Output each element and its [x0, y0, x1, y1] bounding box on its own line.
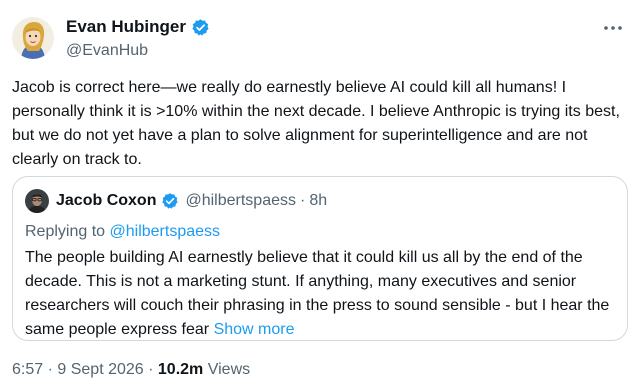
meta-separator: · — [47, 361, 53, 378]
tweet-meta: 6:57 · 9 Sept 2026 · 10.2m Views — [12, 360, 250, 380]
meta-separator: · — [148, 361, 154, 378]
replying-to-handle-link[interactable]: @hilbertspaess — [110, 223, 221, 240]
views-count: 10.2m — [157, 361, 204, 378]
quoted-timestamp[interactable]: 8h — [309, 191, 327, 211]
tweet-text: Jacob is correct here—we really do earne… — [12, 79, 620, 168]
quoted-header: Jacob Coxon @hilbertspaess · 8h — [56, 191, 327, 211]
author-name-row: Evan Hubinger — [66, 16, 210, 38]
verified-badge-icon[interactable] — [191, 18, 210, 37]
replying-to-label: Replying to — [25, 223, 106, 240]
quoted-handle[interactable]: @hilbertspaess — [185, 191, 296, 211]
quoted-separator: · — [299, 192, 306, 209]
tweet-card: Evan Hubinger @EvanHub Jacob is correct … — [0, 0, 640, 386]
author-info: Evan Hubinger @EvanHub — [66, 16, 210, 61]
quoted-tweet[interactable]: Jacob Coxon @hilbertspaess · 8h Replying… — [12, 176, 628, 341]
more-options-icon[interactable] — [600, 18, 626, 38]
tweet-date[interactable]: 9 Sept 2026 — [57, 361, 143, 378]
quoted-display-name[interactable]: Jacob Coxon — [56, 191, 156, 211]
replying-to: Replying to @hilbertspaess — [25, 221, 220, 243]
quoted-text: The people building AI earnestly believe… — [25, 246, 617, 342]
show-more-link[interactable]: Show more — [214, 321, 295, 338]
quoted-author-avatar[interactable] — [25, 189, 49, 213]
views-label: Views — [207, 361, 251, 378]
author-avatar[interactable] — [12, 17, 54, 59]
author-display-name[interactable]: Evan Hubinger — [66, 16, 186, 38]
tweet-time[interactable]: 6:57 — [12, 361, 43, 378]
quoted-text-body: The people building AI earnestly believe… — [25, 249, 610, 338]
author-handle[interactable]: @EvanHub — [66, 41, 210, 61]
verified-badge-icon — [162, 193, 179, 209]
